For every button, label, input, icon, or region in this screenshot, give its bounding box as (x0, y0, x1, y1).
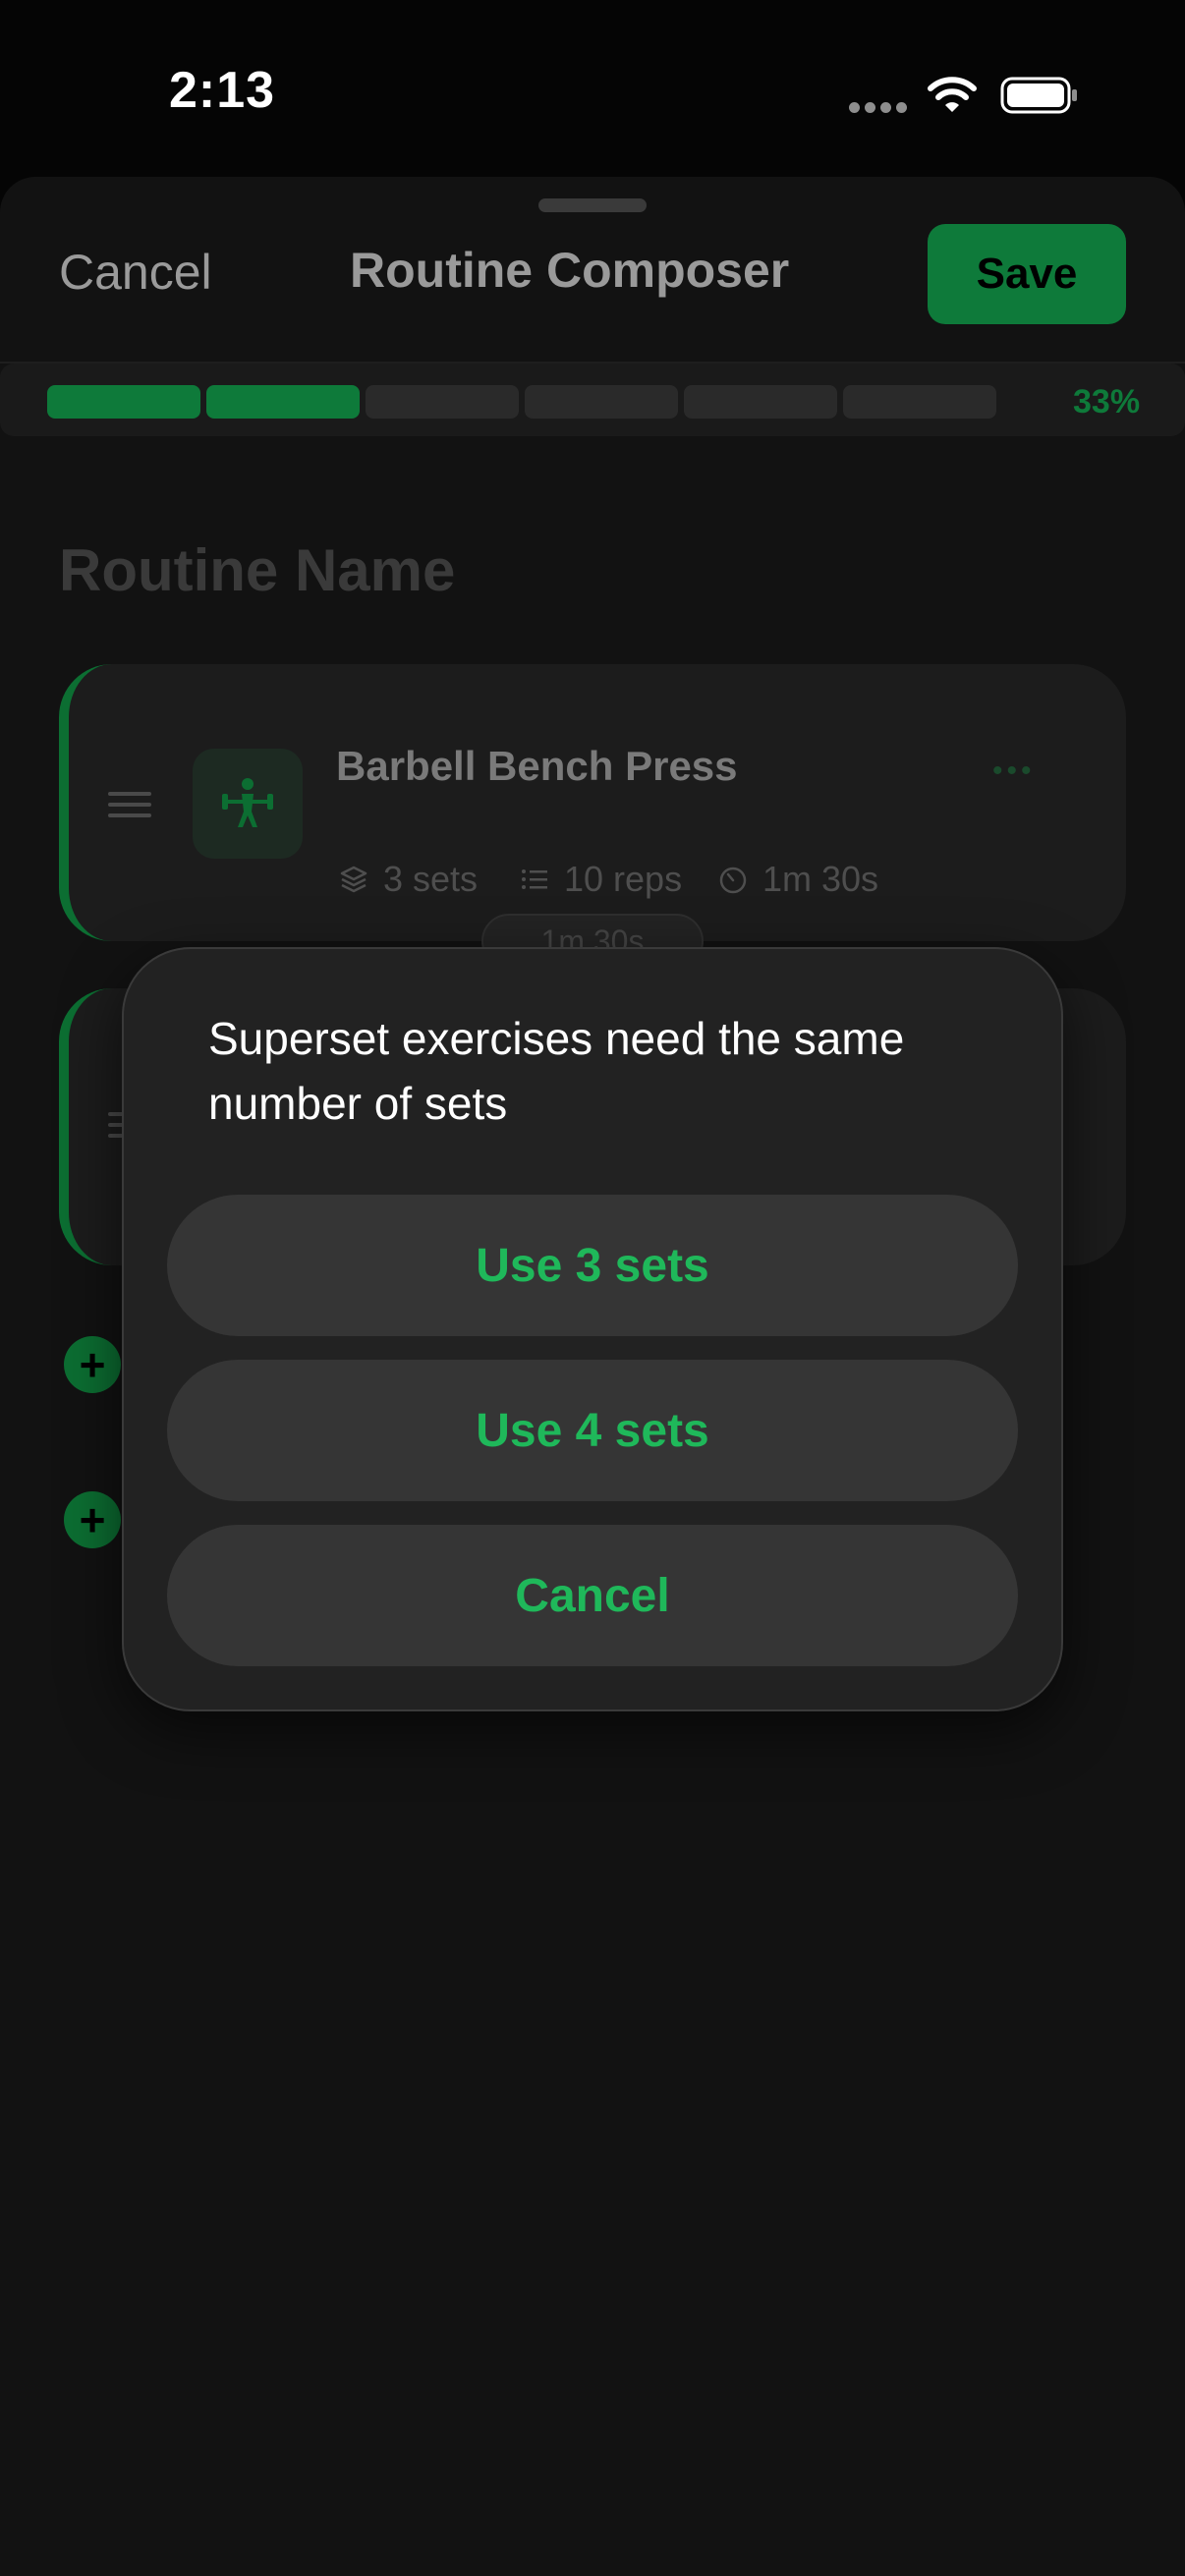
sheet-grabber[interactable] (538, 198, 647, 212)
cellular-signal-icon (849, 102, 908, 114)
use-3-sets-button[interactable]: Use 3 sets (167, 1195, 1018, 1336)
battery-icon (1000, 77, 1079, 114)
layers-icon (340, 866, 367, 893)
timer-icon (719, 867, 747, 894)
save-button[interactable]: Save (928, 224, 1126, 324)
progress-segment (525, 385, 678, 419)
drag-handle-icon[interactable] (108, 792, 151, 817)
page-title: Routine Composer (350, 243, 790, 298)
progress-segment (47, 385, 200, 419)
rest-label: 1m 30s (762, 859, 879, 899)
dialog-message: Superset exercises need the same number … (208, 1013, 905, 1129)
reps-label: 10 reps (564, 859, 683, 899)
progress-segment (206, 385, 360, 419)
cancel-button[interactable]: Cancel (59, 244, 212, 301)
add-superset-button[interactable]: + (64, 1491, 121, 1548)
progress-segment (684, 385, 837, 419)
weightlifter-icon (193, 749, 303, 859)
more-options-icon[interactable]: ••• (992, 755, 1036, 788)
routine-name-input[interactable]: Routine Name (59, 536, 455, 604)
list-icon (522, 869, 547, 889)
progress-percent: 33% (1073, 383, 1141, 420)
status-time: 2:13 (169, 62, 276, 119)
reps-meta: 10 reps (519, 859, 682, 900)
sets-meta: 3 sets (338, 859, 478, 900)
exercise-title: Barbell Bench Press (336, 743, 738, 789)
progress-segment (366, 385, 519, 419)
dialog-cancel-button[interactable]: Cancel (167, 1525, 1018, 1666)
sets-label: 3 sets (383, 859, 479, 899)
wifi-icon (927, 75, 978, 114)
add-exercise-button[interactable]: + (64, 1336, 121, 1393)
rest-meta: 1m 30s (717, 859, 878, 900)
use-4-sets-button[interactable]: Use 4 sets (167, 1360, 1018, 1501)
progress-segment (843, 385, 996, 419)
